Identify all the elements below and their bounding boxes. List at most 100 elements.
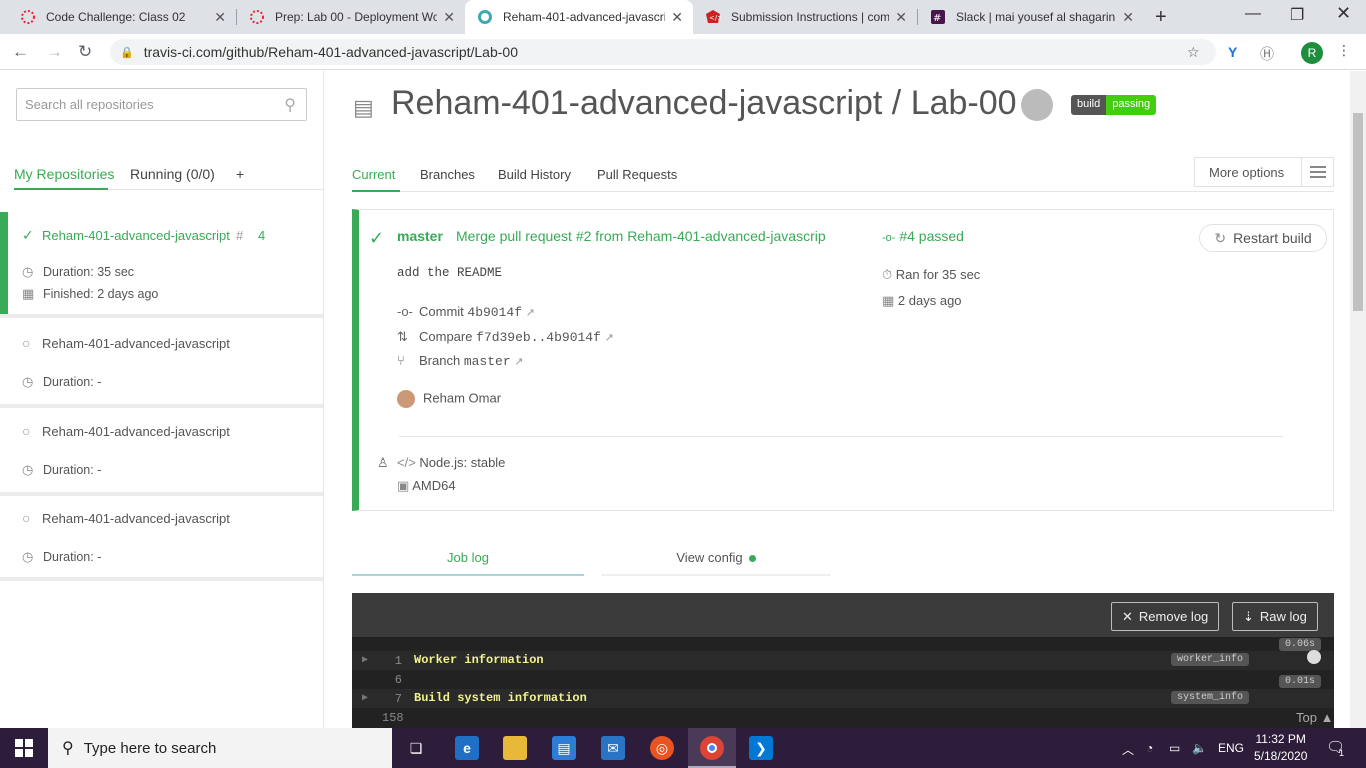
duration-text: Duration: - bbox=[43, 375, 102, 389]
mail-icon[interactable]: ✉ bbox=[601, 736, 625, 760]
url-field[interactable]: 🔒 travis-ci.com/github/Reham-401-advance… bbox=[110, 39, 1216, 65]
profile-avatar[interactable]: R bbox=[1301, 42, 1323, 64]
menu-icon[interactable]: ⋮ bbox=[1337, 42, 1351, 59]
close-window-icon[interactable]: ✕ bbox=[1336, 3, 1351, 24]
log-header: ✕ Remove log ⇣ Raw log bbox=[352, 593, 1334, 637]
tab-view-config[interactable]: View config bbox=[601, 550, 831, 565]
repo-name[interactable]: Reham-401-advanced-javascript bbox=[42, 424, 232, 439]
file-explorer-icon[interactable] bbox=[503, 736, 527, 760]
repo-name[interactable]: Reham-401-advanced-javascript bbox=[42, 336, 232, 351]
repo-name[interactable]: Reham-401-advanced-javascript bbox=[42, 228, 232, 243]
main-content: ▤ Reham-401-advanced-javascript / Lab-00… bbox=[325, 71, 1350, 728]
build-status-badge[interactable]: build passing bbox=[1071, 95, 1157, 115]
task-view-icon[interactable]: ❏ bbox=[404, 736, 428, 760]
repo-name[interactable]: Reham-401-advanced-javascript bbox=[42, 511, 232, 526]
duration: ◷ Duration: - bbox=[22, 374, 101, 390]
log-line[interactable]: ▶ 1 Worker information worker_info 0.06s bbox=[352, 638, 1334, 670]
page-scrollbar[interactable] bbox=[1350, 71, 1366, 728]
vscode-icon[interactable]: ❯ bbox=[749, 736, 773, 760]
ubuntu-icon[interactable]: ◎ bbox=[650, 736, 674, 760]
more-options-button[interactable]: More options bbox=[1194, 157, 1334, 187]
build-status-text: #4 passed bbox=[899, 228, 964, 244]
clock-icon: ◷ bbox=[22, 549, 34, 564]
bookmark-star-icon[interactable]: ☆ bbox=[1187, 44, 1200, 61]
browser-tab[interactable]: </> Submission Instructions | comm ✕ bbox=[693, 0, 917, 34]
extension-icon[interactable]: Y bbox=[1228, 44, 1237, 60]
external-link-icon: ↗ bbox=[604, 332, 614, 344]
forward-icon[interactable]: → bbox=[46, 42, 63, 62]
minimize-icon[interactable]: — bbox=[1245, 5, 1261, 23]
close-icon[interactable]: ✕ bbox=[895, 9, 907, 26]
commit-icon: -o- bbox=[882, 232, 896, 244]
build-status[interactable]: -o- #4 passed bbox=[882, 228, 964, 244]
restart-build-button[interactable]: ↻ Restart build bbox=[1199, 224, 1327, 252]
browser-tab[interactable]: # Slack | mai yousef al shagarin | ✕ bbox=[918, 0, 1144, 34]
extension-icon[interactable]: Ⓗ bbox=[1260, 44, 1274, 64]
repo-item[interactable]: ○ Reham-401-advanced-javascript ◷ Durati… bbox=[0, 496, 323, 580]
windows-start-icon[interactable] bbox=[15, 739, 33, 762]
build-number[interactable]: 4 bbox=[258, 228, 265, 243]
circle-icon: ○ bbox=[22, 335, 31, 351]
close-icon[interactable]: ✕ bbox=[1122, 9, 1134, 26]
commit-message[interactable]: Merge pull request #2 from Reham-401-adv… bbox=[456, 228, 848, 244]
tab-divider bbox=[352, 191, 1334, 192]
ran-for-text: Ran for 35 sec bbox=[895, 267, 981, 282]
add-repo-button[interactable]: + bbox=[236, 166, 244, 182]
tab-running[interactable]: Running (0/0) bbox=[130, 166, 215, 182]
active-tab-indicator bbox=[14, 188, 108, 190]
compare-range: f7d39eb..4b9014f bbox=[476, 330, 601, 345]
browser-tab[interactable]: Code Challenge: Class 02 ✕ bbox=[8, 0, 236, 34]
repo-item-active[interactable]: ✓ Reham-401-advanced-javascript # 4 ◷ Du… bbox=[0, 212, 323, 314]
log-line[interactable]: ▶ 7 Build system information system_info… bbox=[352, 675, 1334, 708]
volume-icon[interactable]: 🔈 bbox=[1192, 741, 1207, 755]
check-icon: ✓ bbox=[22, 227, 34, 243]
repo-search-input[interactable]: Search all repositories ⚲ bbox=[16, 88, 307, 121]
tab-branches[interactable]: Branches bbox=[420, 167, 475, 182]
github-icon[interactable] bbox=[1021, 89, 1053, 121]
scroll-top-button[interactable]: Top ▲ bbox=[1296, 710, 1333, 725]
restore-icon[interactable]: ❐ bbox=[1290, 5, 1304, 25]
commit-link[interactable]: Commit 4b9014f ↗ bbox=[419, 304, 535, 320]
notification-count: 1 bbox=[1339, 748, 1345, 758]
close-icon[interactable]: ✕ bbox=[671, 9, 683, 26]
browser-tab-active[interactable]: Reham-401-advanced-javascrip ✕ bbox=[465, 0, 693, 34]
tab-build-history[interactable]: Build History bbox=[498, 167, 571, 182]
edge-icon[interactable]: e bbox=[455, 736, 479, 760]
wifi-icon[interactable]: ◔ bbox=[1146, 741, 1153, 755]
scroll-toggle-icon[interactable] bbox=[1307, 650, 1321, 664]
raw-log-button[interactable]: ⇣ Raw log bbox=[1232, 602, 1318, 631]
close-icon[interactable]: ✕ bbox=[443, 9, 455, 26]
author-name: Reham Omar bbox=[423, 390, 502, 406]
new-tab-button[interactable]: + bbox=[1155, 6, 1167, 29]
compare-link[interactable]: Compare f7d39eb..4b9014f ↗ bbox=[419, 329, 614, 345]
tab-current[interactable]: Current bbox=[352, 167, 395, 182]
raw-log-label: Raw log bbox=[1259, 609, 1307, 624]
sort-icon: ⇣ bbox=[1243, 608, 1254, 624]
duration-text: Duration: - bbox=[43, 550, 102, 564]
tab-title: Slack | mai yousef al shagarin | bbox=[956, 10, 1117, 24]
line-number: 1 bbox=[394, 654, 402, 668]
chevron-up-icon[interactable]: ︿ bbox=[1122, 741, 1134, 758]
language-indicator[interactable]: ENG bbox=[1218, 741, 1244, 755]
chrome-icon[interactable] bbox=[700, 736, 724, 760]
linux-icon: ♙ bbox=[377, 455, 389, 470]
back-icon[interactable]: ← bbox=[12, 42, 29, 62]
store-icon[interactable]: ▤ bbox=[552, 736, 576, 760]
tab-job-log[interactable]: Job log bbox=[352, 550, 584, 565]
reload-icon[interactable]: ↻ bbox=[78, 42, 92, 62]
slack-icon: # bbox=[930, 9, 946, 25]
remove-log-button[interactable]: ✕ Remove log bbox=[1111, 602, 1220, 631]
commit-icon: -o- bbox=[397, 304, 413, 319]
scrollbar-thumb[interactable] bbox=[1353, 113, 1363, 311]
branch-link[interactable]: Branch master ↗ bbox=[419, 353, 523, 369]
close-icon[interactable]: ✕ bbox=[214, 9, 226, 26]
browser-tab[interactable]: Prep: Lab 00 - Deployment Wo ✕ bbox=[237, 0, 465, 34]
repo-item[interactable]: ○ Reham-401-advanced-javascript ◷ Durati… bbox=[0, 408, 323, 492]
tab-pull-requests[interactable]: Pull Requests bbox=[597, 167, 677, 182]
tab-my-repositories[interactable]: My Repositories bbox=[14, 166, 114, 182]
branch-name[interactable]: master bbox=[397, 228, 443, 244]
taskbar-search-input[interactable]: ⚲ Type here to search bbox=[48, 728, 392, 768]
battery-icon[interactable]: ▭ bbox=[1169, 741, 1180, 755]
clock[interactable]: 11:32 PM 5/18/2020 bbox=[1254, 731, 1307, 765]
repo-item[interactable]: ○ Reham-401-advanced-javascript ◷ Durati… bbox=[0, 318, 323, 402]
